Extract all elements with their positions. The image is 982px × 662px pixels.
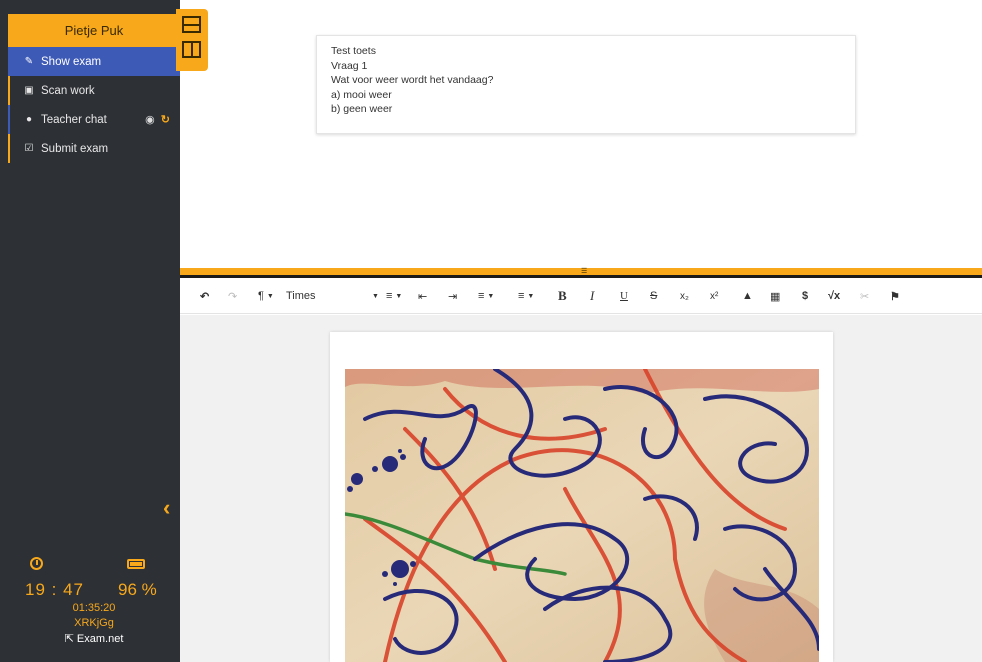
indent-icon[interactable]: ⇥ <box>448 288 457 304</box>
scissors-icon[interactable]: ✂ <box>860 288 869 304</box>
collapse-sidebar-icon[interactable]: ‹ <box>163 495 170 521</box>
chat-controls: ◉ ↻ <box>145 113 170 126</box>
nav-teacher-chat-label: Teacher chat <box>41 113 107 126</box>
layout-toggle <box>176 9 208 71</box>
elapsed-time: 01:35:20 <box>72 602 116 614</box>
split-vertical-icon[interactable] <box>182 41 201 58</box>
ordered-list-icon: ≡ <box>478 290 485 302</box>
exam-line: Vraag 1 <box>331 59 368 72</box>
bullet-list-button[interactable]: ≡ ▼ <box>518 288 534 304</box>
special-characters-icon[interactable]: ⚑ <box>890 288 900 304</box>
target-icon[interactable]: ◉ <box>145 113 155 126</box>
font-name: Times <box>286 290 316 302</box>
paragraph-format-button[interactable]: ¶ ▼ <box>258 288 274 304</box>
align-button[interactable]: ≡ ▼ <box>386 288 402 304</box>
nav-scan-work[interactable]: ▣ Scan work <box>8 76 180 105</box>
panel-splitter[interactable]: ☰ <box>180 268 982 278</box>
nav-show-exam[interactable]: ✎ Show exam <box>8 47 180 76</box>
sidebar: Pietje Puk ✎ Show exam ▣ Scan work ● Tea… <box>0 0 180 662</box>
refresh-icon[interactable]: ↻ <box>161 113 170 126</box>
bold-button[interactable]: B <box>558 288 567 304</box>
table-icon[interactable]: ▦ <box>770 288 780 304</box>
clock-time: 19 : 47 <box>25 580 84 599</box>
exam-question-card: Test toets Vraag 1 Wat voor weer wordt h… <box>316 35 856 134</box>
font-select[interactable]: Times <box>286 288 316 304</box>
editor-toolbar: ↶ ↷ ¶ ▼ Times ▼ ≡ ▼ ⇤ ⇥ ≡ ▼ ≡ ▼ B I U S x₂ x… <box>180 278 982 314</box>
ordered-list-button[interactable]: ≡ ▼ <box>478 288 494 304</box>
math-dollar-button[interactable]: $ <box>802 288 808 304</box>
logo-icon: ⇱ <box>64 633 74 645</box>
brand-logo: ⇱ Exam.net <box>0 632 180 645</box>
bullet-list-icon: ≡ <box>518 290 525 302</box>
split-horizontal-icon[interactable] <box>182 16 201 33</box>
italic-button[interactable]: I <box>590 288 594 304</box>
nav-submit-exam[interactable]: ☑ Submit exam <box>8 134 180 163</box>
caret-down-icon: ▼ <box>527 292 535 300</box>
battery-level: 96 % <box>118 580 157 599</box>
strikethrough-button[interactable]: S <box>650 288 657 304</box>
redo-icon[interactable]: ↷ <box>228 288 237 304</box>
scanned-drawing-image <box>345 369 819 662</box>
caret-down-icon: ▼ <box>372 292 379 300</box>
drag-handle-icon[interactable]: ☰ <box>581 268 587 275</box>
exam-line: b) geen weer <box>331 103 393 115</box>
subscript-button[interactable]: x₂ <box>680 288 689 304</box>
clock-icon <box>30 557 43 570</box>
exam-line: Wat voor weer wordt het vandaag? <box>331 74 494 86</box>
chat-icon: ● <box>25 114 33 125</box>
camera-icon: ▣ <box>24 85 34 96</box>
paragraph-icon: ¶ <box>258 290 264 302</box>
outdent-icon[interactable]: ⇤ <box>418 288 427 304</box>
font-select-caret[interactable]: ▼ <box>369 288 379 304</box>
align-left-icon: ≡ <box>386 290 393 302</box>
edit-icon: ✎ <box>24 56 34 67</box>
undo-icon[interactable]: ↶ <box>200 288 209 304</box>
student-name: Pietje Puk <box>8 14 180 47</box>
brand-name: Exam.net <box>76 633 124 645</box>
caret-down-icon: ▼ <box>395 292 403 300</box>
sidebar-nav: ✎ Show exam ▣ Scan work ● Teacher chat ◉… <box>8 47 180 163</box>
underline-button[interactable]: U <box>620 288 628 304</box>
text-color-icon[interactable]: ▲ <box>742 288 753 304</box>
nav-teacher-chat[interactable]: ● Teacher chat ◉ ↻ <box>8 105 180 134</box>
superscript-button[interactable]: x² <box>710 288 718 304</box>
exam-line: a) mooi weer <box>331 88 392 101</box>
nav-scan-work-label: Scan work <box>41 84 95 97</box>
battery-icon <box>127 559 145 569</box>
equation-button[interactable]: √x <box>828 288 840 304</box>
caret-down-icon: ▼ <box>487 292 495 300</box>
caret-down-icon: ▼ <box>266 292 274 300</box>
exam-line: Test toets <box>331 45 376 57</box>
exam-code: XRKjGg <box>74 617 114 629</box>
nav-show-exam-label: Show exam <box>41 55 102 68</box>
nav-submit-exam-label: Submit exam <box>41 142 109 155</box>
check-square-icon: ☑ <box>24 143 34 154</box>
